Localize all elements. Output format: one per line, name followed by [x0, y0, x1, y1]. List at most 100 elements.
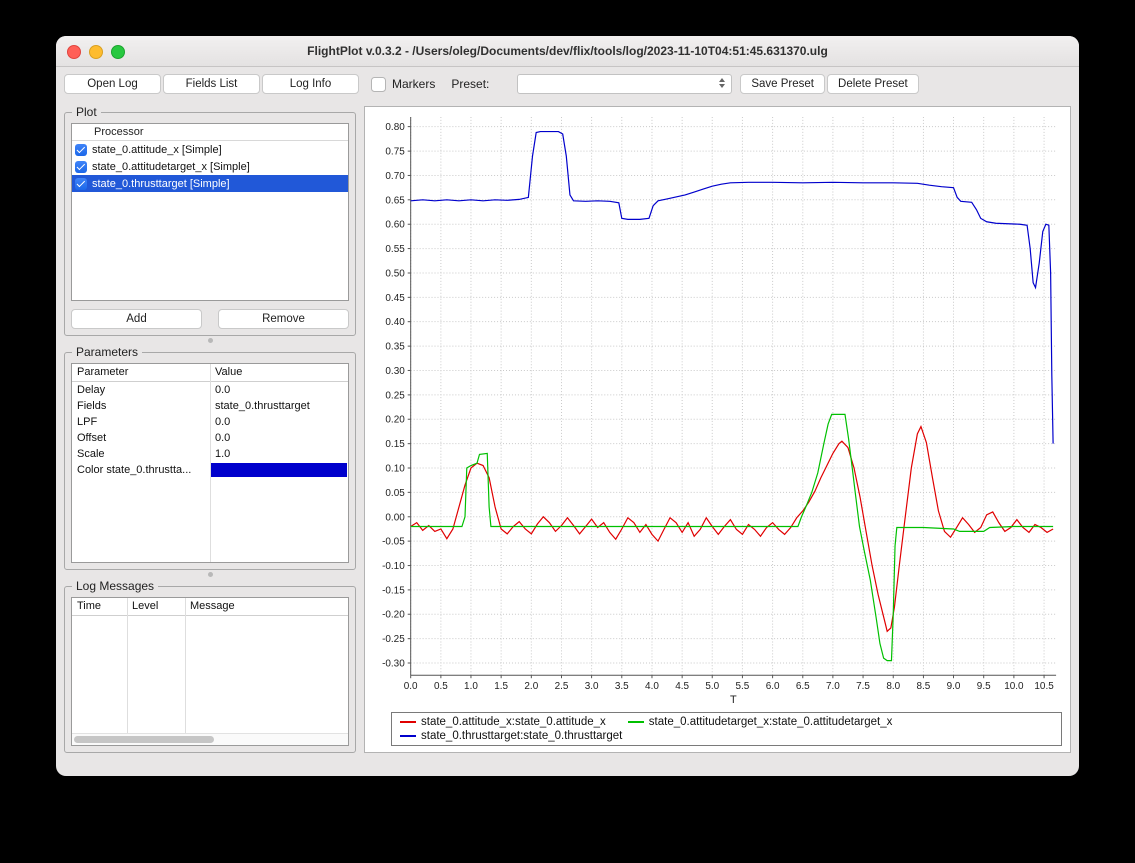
legend-line-sample: [628, 721, 644, 723]
log-info-button[interactable]: Log Info: [262, 74, 359, 94]
svg-text:3.0: 3.0: [585, 681, 599, 692]
window-controls: [67, 45, 125, 59]
splitter-handle[interactable]: [64, 570, 356, 579]
plot-group-title: Plot: [72, 105, 101, 119]
series-checkbox[interactable]: [75, 144, 87, 156]
minimize-button[interactable]: [89, 45, 103, 59]
close-button[interactable]: [67, 45, 81, 59]
svg-text:5.5: 5.5: [736, 681, 750, 692]
chart-panel: 0.800.750.700.650.600.550.500.450.400.35…: [364, 106, 1071, 753]
fields-list-button[interactable]: Fields List: [163, 74, 260, 94]
delete-preset-button[interactable]: Delete Preset: [827, 74, 919, 94]
svg-text:0.25: 0.25: [385, 390, 405, 401]
left-panel: Plot Processor state_0.attitude_x [Simpl…: [64, 106, 356, 753]
svg-text:0.5: 0.5: [434, 681, 448, 692]
combo-stepper-icon: [719, 78, 725, 88]
legend-item: state_0.attitudetarget_x:state_0.attitud…: [628, 716, 893, 728]
save-preset-button[interactable]: Save Preset: [740, 74, 825, 94]
svg-text:8.5: 8.5: [917, 681, 931, 692]
svg-text:0.10: 0.10: [385, 463, 405, 474]
svg-text:2.5: 2.5: [555, 681, 569, 692]
svg-text:4.5: 4.5: [675, 681, 689, 692]
series-label: state_0.attitudetarget_x [Simple]: [92, 161, 250, 173]
time-column-header: Time: [72, 598, 127, 615]
svg-text:5.0: 5.0: [705, 681, 719, 692]
plot-series-row[interactable]: state_0.attitude_x [Simple]: [72, 141, 348, 158]
main-content: Plot Processor state_0.attitude_x [Simpl…: [56, 98, 1079, 761]
plot-series-row[interactable]: state_0.attitudetarget_x [Simple]: [72, 158, 348, 175]
svg-text:-0.10: -0.10: [382, 561, 405, 572]
svg-text:1.5: 1.5: [494, 681, 508, 692]
svg-text:0.55: 0.55: [385, 244, 405, 255]
markers-checkbox[interactable]: [371, 77, 386, 92]
svg-text:-0.15: -0.15: [382, 585, 405, 596]
markers-label: Markers: [392, 77, 435, 91]
svg-text:2.0: 2.0: [524, 681, 538, 692]
chart-legend: state_0.attitude_x:state_0.attitude_x st…: [391, 712, 1062, 746]
svg-text:0.00: 0.00: [385, 512, 405, 523]
legend-label: state_0.attitudetarget_x:state_0.attitud…: [649, 716, 893, 728]
svg-text:0.30: 0.30: [385, 366, 405, 377]
plot-series-row-selected[interactable]: state_0.thrusttarget [Simple]: [72, 175, 348, 192]
svg-text:0.35: 0.35: [385, 342, 405, 353]
horizontal-scrollbar[interactable]: [72, 733, 348, 745]
svg-text:3.5: 3.5: [615, 681, 629, 692]
legend-label: state_0.attitude_x:state_0.attitude_x: [421, 716, 606, 728]
svg-text:7.5: 7.5: [856, 681, 870, 692]
svg-text:0.50: 0.50: [385, 268, 405, 279]
column-divider: [185, 598, 186, 735]
titlebar: FlightPlot v.0.3.2 - /Users/oleg/Documen…: [56, 36, 1079, 67]
column-divider: [210, 364, 211, 562]
svg-text:0.15: 0.15: [385, 439, 405, 450]
scrollbar-thumb[interactable]: [74, 736, 214, 743]
preset-combobox[interactable]: [517, 74, 732, 94]
svg-text:T: T: [730, 694, 737, 706]
plot-column-header: Processor: [72, 124, 348, 141]
open-log-button[interactable]: Open Log: [64, 74, 161, 94]
plot-series-table: Processor state_0.attitude_x [Simple] st…: [71, 123, 349, 301]
legend-line-sample: [400, 735, 416, 737]
parameter-column-header: Parameter: [72, 364, 210, 381]
legend-label: state_0.thrusttarget:state_0.thrusttarge…: [421, 730, 622, 742]
series-label: state_0.thrusttarget [Simple]: [92, 178, 230, 190]
legend-item: state_0.attitude_x:state_0.attitude_x: [400, 716, 606, 728]
legend-line-sample: [400, 721, 416, 723]
series-checkbox[interactable]: [75, 178, 87, 190]
svg-text:0.60: 0.60: [385, 220, 405, 231]
svg-text:7.0: 7.0: [826, 681, 840, 692]
log-messages-group-title: Log Messages: [72, 579, 158, 593]
svg-text:10.5: 10.5: [1034, 681, 1054, 692]
plot-group: Plot Processor state_0.attitude_x [Simpl…: [64, 112, 356, 336]
svg-text:0.70: 0.70: [385, 171, 405, 182]
svg-text:0.45: 0.45: [385, 293, 405, 304]
svg-text:0.80: 0.80: [385, 122, 405, 133]
svg-text:-0.25: -0.25: [382, 634, 405, 645]
param-color-swatch[interactable]: [211, 463, 347, 477]
svg-text:0.0: 0.0: [404, 681, 418, 692]
chart-plot[interactable]: 0.800.750.700.650.600.550.500.450.400.35…: [367, 109, 1068, 709]
svg-text:0.20: 0.20: [385, 415, 405, 426]
svg-text:-0.20: -0.20: [382, 610, 405, 621]
remove-button[interactable]: Remove: [218, 309, 349, 329]
svg-text:6.5: 6.5: [796, 681, 810, 692]
message-column-header: Message: [185, 598, 348, 615]
app-window: FlightPlot v.0.3.2 - /Users/oleg/Documen…: [56, 36, 1079, 776]
splitter-handle[interactable]: [64, 336, 356, 345]
series-checkbox[interactable]: [75, 161, 87, 173]
svg-text:4.0: 4.0: [645, 681, 659, 692]
add-button[interactable]: Add: [71, 309, 202, 329]
svg-text:0.40: 0.40: [385, 317, 405, 328]
svg-text:0.65: 0.65: [385, 195, 405, 206]
level-column-header: Level: [127, 598, 185, 615]
zoom-button[interactable]: [111, 45, 125, 59]
legend-item: state_0.thrusttarget:state_0.thrusttarge…: [400, 730, 622, 742]
svg-text:9.5: 9.5: [977, 681, 991, 692]
log-messages-group: Log Messages Time Level Message: [64, 586, 356, 753]
log-messages-body: [72, 616, 348, 733]
svg-text:0.05: 0.05: [385, 488, 405, 499]
column-divider: [127, 598, 128, 735]
log-messages-table: Time Level Message: [71, 597, 349, 746]
value-column-header: Value: [210, 364, 348, 381]
svg-text:9.0: 9.0: [947, 681, 961, 692]
svg-text:10.0: 10.0: [1004, 681, 1024, 692]
